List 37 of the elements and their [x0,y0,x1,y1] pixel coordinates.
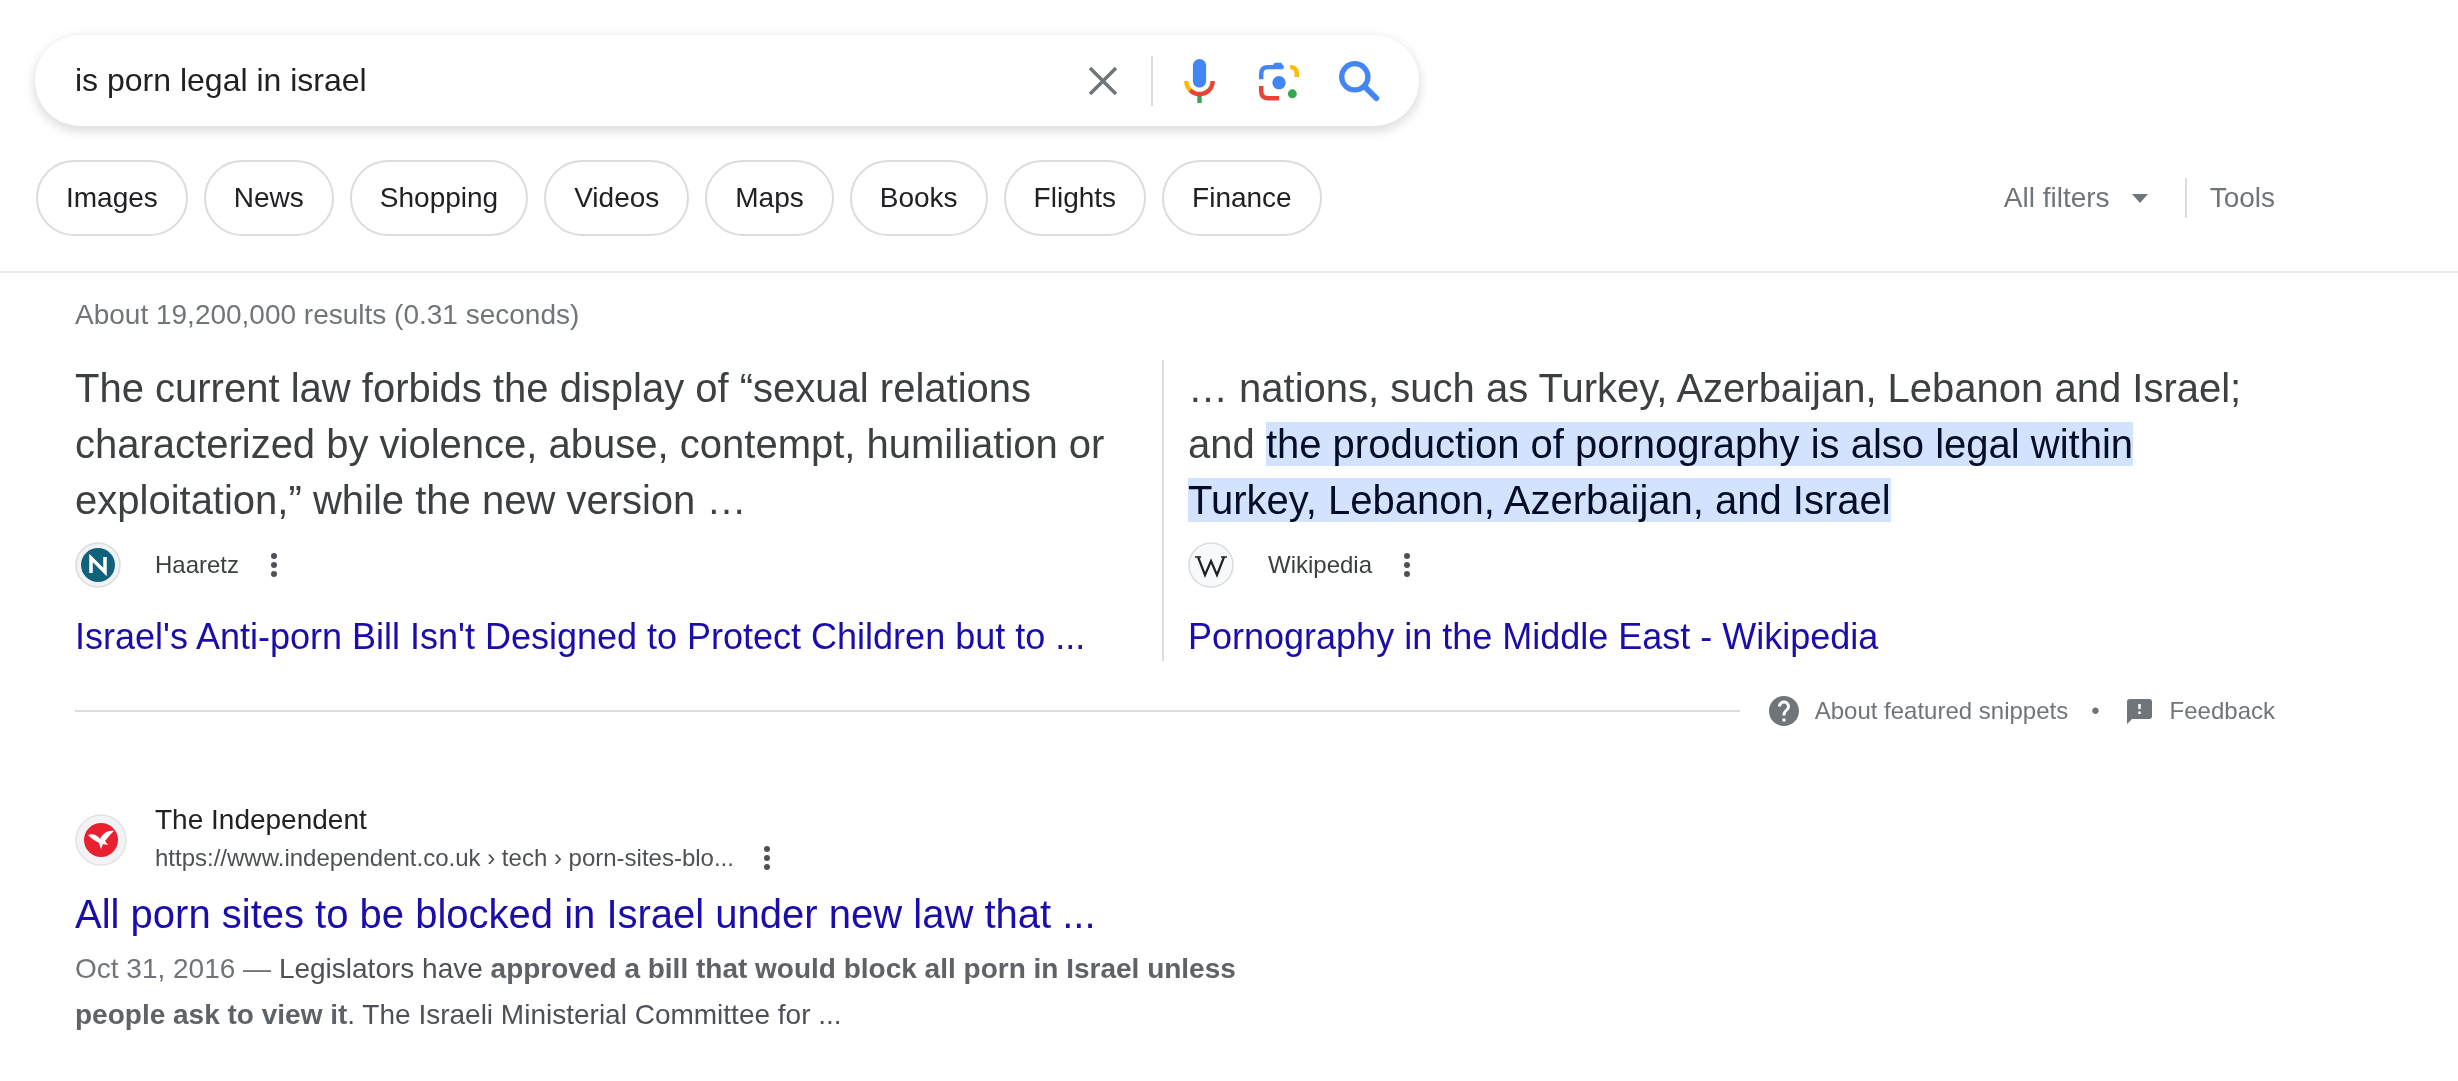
bird-logo-icon [75,814,127,866]
snippet-text: The current law forbids the display of “sexual relations characterized by violence, abuse, contempt, humiliation or exploitation,” while the new version … [75,365,1106,524]
filter-chip[interactable]: Videos [544,160,690,236]
filter-chip[interactable]: Maps [705,160,834,236]
about-featured-snippets-link[interactable]: About featured snippets [1768,693,2069,729]
feedback-icon [2126,698,2152,724]
filter-chip[interactable]: Shopping [349,160,529,236]
filter-chip[interactable]: Books [849,160,988,236]
source-name: The Independent [155,803,367,837]
filter-chip[interactable]: Finance [1162,160,1322,236]
filter-chip[interactable]: News [203,160,334,236]
search-input[interactable]: is porn legal in israel [75,50,1071,111]
search-icon [1338,59,1380,102]
close-icon [1087,64,1119,97]
kebab-icon [1404,553,1411,577]
result-description: Oct 31, 2016 — Legislators have approved a bill that would block all porn in Israel unless people ask to view it. The Israeli Ministerial Committee for ... [75,952,1237,1032]
kebab-icon [271,553,278,577]
feedback-link[interactable]: Feedback [2126,693,2275,729]
w-logo-icon [1188,542,1234,588]
result-stats: About 19,200,000 results (0.31 seconds) [75,298,580,332]
snippet-link[interactable]: Israel's Anti-porn Bill Isn't Designed to Protect Children but to ... [75,613,1086,661]
tools-button[interactable]: Tools [2209,178,2275,218]
mic-icon [1183,58,1215,103]
snippet-link[interactable]: Pornography in the Middle East - Wikipedia [1188,613,1879,661]
source-name: Haaretz [155,550,240,580]
filter-chip[interactable]: Images [36,160,188,236]
separator-dot: • [2091,696,2100,726]
result-url: https://www.independent.co.uk › tech › porn-sites-blo... [155,843,734,873]
help-icon [1768,696,1799,726]
camera-icon [1259,60,1299,101]
caret-icon [2131,193,2148,203]
n-logo-icon [75,542,121,588]
all-filters-button[interactable]: All filters [2003,178,2148,218]
source-name: Wikipedia [1268,550,1373,580]
filter-chip[interactable]: Flights [1003,160,1147,236]
kebab-icon [763,846,770,870]
result-title-link[interactable]: All porn sites to be blocked in Israel under new law that ... [75,888,1096,940]
